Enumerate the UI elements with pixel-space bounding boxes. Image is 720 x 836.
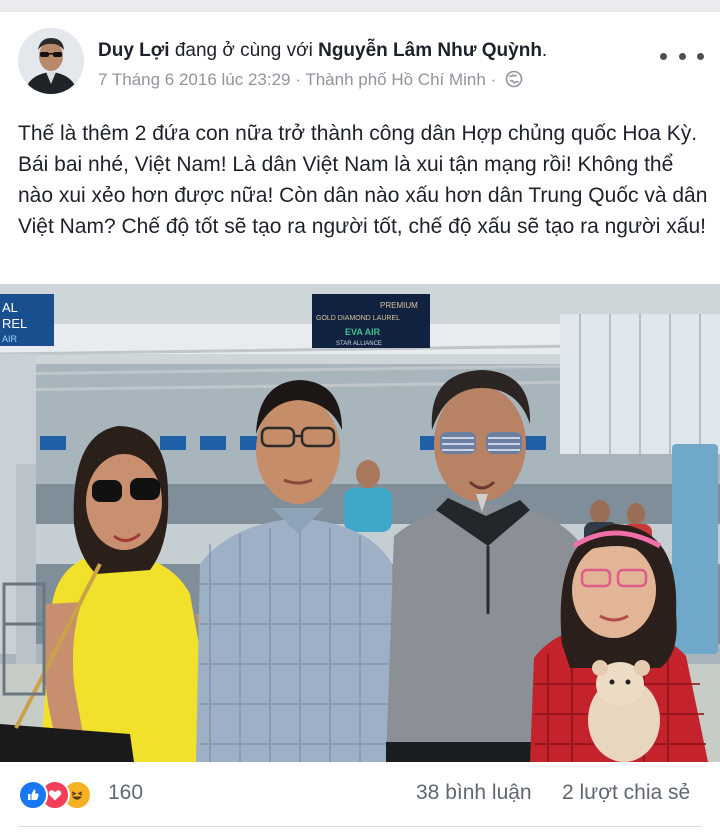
shares-count-link[interactable]: 2 lượt chia sẻ — [562, 781, 690, 805]
post-location[interactable]: Thành phố Hồ Chí Minh — [305, 70, 486, 89]
meta-separator: · — [295, 70, 301, 89]
reactions-summary[interactable] — [18, 780, 98, 810]
reaction-count[interactable]: 160 — [108, 781, 143, 805]
post-footer: 160 38 bình luận 2 lượt chia sẻ — [0, 762, 720, 822]
sign-tiers: GOLD DIAMOND LAUREL — [316, 315, 400, 322]
sign-star-alliance: STAR ALLIANCE — [336, 341, 382, 347]
sign-left-line-2: REL — [2, 316, 27, 331]
sign-eva-air: EVA AIR — [345, 327, 381, 337]
author-avatar[interactable] — [18, 28, 84, 94]
comments-count-link[interactable]: 38 bình luận — [416, 781, 532, 805]
dot-icon — [697, 52, 704, 60]
post-meta: 7 Tháng 6 2016 lúc 23:29 · Thành phố Hồ … — [98, 70, 523, 93]
footer-divider — [18, 826, 702, 827]
author-line: Duy Lợi đang ở cùng với Nguyễn Lâm Như Q… — [98, 40, 547, 62]
meta-separator-2: · — [490, 70, 497, 89]
sign-premium: PREMIUM — [380, 301, 418, 310]
with-text: đang ở cùng với — [174, 40, 313, 61]
sign-left-line-3: AIR — [2, 334, 18, 344]
tagged-suffix: . — [541, 40, 548, 61]
post-header: Duy Lợi đang ở cùng với Nguyễn Lâm Như Q… — [0, 12, 720, 102]
globe-icon[interactable] — [505, 70, 523, 93]
tagged-person[interactable]: Nguyễn Lâm Như Quỳnh — [318, 40, 542, 61]
author-name[interactable]: Duy Lợi — [98, 40, 170, 61]
post-timestamp[interactable]: 7 Tháng 6 2016 lúc 23:29 — [98, 70, 291, 89]
like-icon — [18, 780, 48, 810]
post-card: Duy Lợi đang ở cùng với Nguyễn Lâm Như Q… — [0, 12, 720, 836]
sign-left-line-1: AL — [2, 300, 18, 315]
more-options-button[interactable] — [660, 46, 704, 66]
post-photo[interactable]: AL REL AIR PREMIUM GOLD DIAMOND LAUREL E… — [0, 284, 720, 762]
dot-icon — [678, 52, 686, 60]
post-body-text: Thế là thêm 2 đứa con nữa trở thành công… — [18, 122, 708, 238]
dot-icon — [660, 52, 667, 60]
